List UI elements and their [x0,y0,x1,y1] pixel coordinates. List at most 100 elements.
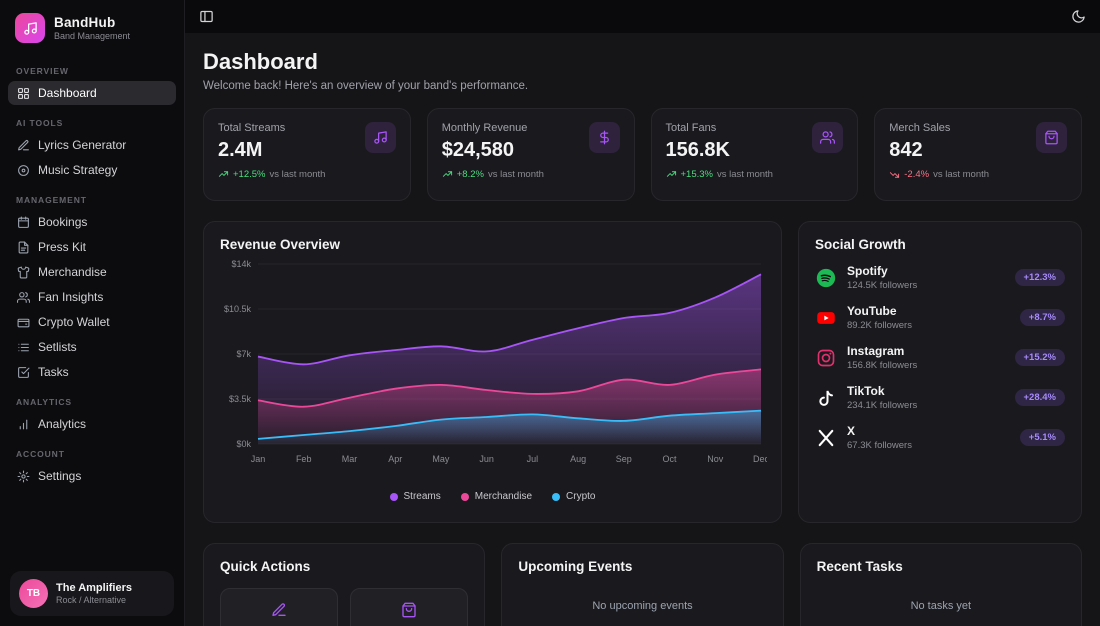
stat-card-monthly-revenue: Monthly Revenue $24,580 +8.2% vs last month [426,108,635,201]
page-title: Dashboard [203,49,318,74]
social-row-spotify: Spotify 124.5K followers +12.3% [815,264,1065,291]
svg-text:$14k: $14k [231,259,251,269]
legend-item-streams[interactable]: Streams [389,491,441,502]
sidebar-item-bookings[interactable]: Bookings [8,210,176,234]
growth-badge: +15.2% [1014,349,1065,366]
stat-card-merch-sales: Merch Sales 842 -2.4% vs last month [874,108,1082,201]
sidebar-item-label: Crypto Wallet [38,315,110,329]
nav-section-label-ai-tools: AI TOOLS [16,118,64,128]
growth-badge: +28.4% [1014,389,1065,406]
stats-row: Total Streams 2.4M +12.5% vs last month Mont… [203,108,1082,201]
quick-action-button-0[interactable] [220,588,339,626]
legend-item-merchandise[interactable]: Merchandise [460,491,532,502]
bar-chart-icon [17,418,30,431]
shopping-bag-icon [401,602,417,618]
check-square-icon [17,366,30,379]
revenue-chart-svg[interactable]: $0k $3.5k $7k $10.5k $14k Jan Feb Mar Apr May Jun J… [220,256,770,484]
sidebar-item-label: Setlists [38,340,77,354]
stat-label: Merch Sales [889,122,951,134]
sidebar-item-label: Analytics [38,417,87,431]
users-icon [17,291,30,304]
stat-value: 2.4M [218,139,263,161]
music-note-icon [364,122,396,153]
sidebar-item-analytics[interactable]: Analytics [8,412,176,436]
social-row-instagram: Instagram 156.8K followers +15.2% [815,344,1065,371]
svg-text:Aug: Aug [570,454,586,464]
bandhub-logo [15,13,45,43]
stat-trend: -2.4% vs last month [889,169,989,180]
sidebar-item-crypto-wallet[interactable]: Crypto Wallet [8,310,176,334]
sidebar-item-label: Dashboard [38,86,97,100]
sidebar-item-label: Press Kit [38,240,87,254]
sidebar-item-settings[interactable]: Settings [8,464,176,488]
sidebar-item-tasks[interactable]: Tasks [8,360,176,384]
stat-label: Monthly Revenue [441,122,528,134]
stat-label: Total Streams [218,122,286,134]
quick-actions-grid [220,588,469,626]
legend-dot [460,492,469,501]
svg-text:Dec: Dec [753,454,767,464]
sidebar-item-setlists[interactable]: Setlists [8,335,176,359]
platform-followers: 156.8K followers [847,360,918,371]
app-logo: BandHub Band Management [0,0,184,53]
svg-text:$3.5k: $3.5k [229,394,252,404]
app-tagline: Band Management [54,31,131,41]
disc-icon [17,164,30,177]
music-note-icon [23,21,38,36]
users-icon [812,122,844,153]
nav-section-label-management: MANAGEMENT [16,195,87,205]
recent-tasks-card: Recent Tasks No tasks yet [799,543,1082,626]
upcoming-events-card: Upcoming Events No upcoming events [501,543,784,626]
revenue-chart-title: Revenue Overview [220,237,341,252]
recent-tasks-empty: No tasks yet [910,600,972,612]
sidebar-toggle-button[interactable] [199,9,214,24]
legend-label: Streams [403,491,441,502]
sidebar-item-lyrics-generator[interactable]: Lyrics Generator [8,133,176,157]
sidebar-item-merchandise[interactable]: Merchandise [8,260,176,284]
svg-text:Sep: Sep [616,454,632,464]
mid-row: Revenue Overview $0k $3.5k $7k $10.5k $14k Ja… [203,221,1082,523]
panel-icon [199,9,214,24]
wallet-icon [17,316,30,329]
trend-up-icon [442,169,453,180]
sidebar-item-music-strategy[interactable]: Music Strategy [8,158,176,182]
legend-item-crypto[interactable]: Crypto [552,491,595,502]
quick-action-button-1[interactable] [350,588,469,626]
social-row-youtube: YouTube 89.2K followers +8.7% [815,304,1065,331]
nav-section-label-overview: OVERVIEW [16,66,69,76]
spotify-icon [815,267,837,289]
band-name: The Amplifiers [56,582,132,594]
social-growth-card: Social Growth Spotify 124.5K followers +12… [798,221,1082,523]
stat-trend: +15.3% vs last month [666,169,773,180]
svg-text:Nov: Nov [707,454,724,464]
platform-name: Instagram [847,344,905,358]
user-card[interactable]: TB The Amplifiers Rock / Alternative [10,571,174,616]
platform-followers: 89.2K followers [847,320,912,331]
sidebar-item-label: Settings [38,469,82,483]
revenue-area-chart: $0k $3.5k $7k $10.5k $14k Jan Feb Mar Apr May Jun J… [220,256,770,489]
sidebar-item-dashboard[interactable]: Dashboard [8,81,176,105]
sidebar-nav: OVERVIEW Dashboard AI TOOLS Lyrics Generato… [0,53,184,561]
platform-name: TikTok [847,384,885,398]
nav-section-label-account: ACCOUNT [16,449,65,459]
grid-icon [17,87,30,100]
topbar [185,0,1100,33]
social-list: Spotify 124.5K followers +12.3% YouTube 89.2… [815,264,1065,451]
stat-label: Total Fans [665,122,717,134]
svg-text:Feb: Feb [296,454,312,464]
svg-text:Jul: Jul [527,454,539,464]
theme-toggle-button[interactable] [1071,9,1086,24]
growth-badge: +12.3% [1014,269,1065,286]
svg-text:Jan: Jan [251,454,266,464]
legend-dot [552,492,561,501]
main-area: Dashboard Welcome back! Here's an overvi… [185,0,1100,626]
sidebar-item-fan-insights[interactable]: Fan Insights [8,285,176,309]
platform-name: X [847,424,856,438]
nav-section-label-analytics: ANALYTICS [16,397,72,407]
app-name: BandHub [54,15,116,30]
svg-text:May: May [432,454,450,464]
sidebar-item-label: Lyrics Generator [38,138,127,152]
sidebar-item-label: Fan Insights [38,290,104,304]
svg-text:$0k: $0k [236,439,251,449]
sidebar-item-press-kit[interactable]: Press Kit [8,235,176,259]
